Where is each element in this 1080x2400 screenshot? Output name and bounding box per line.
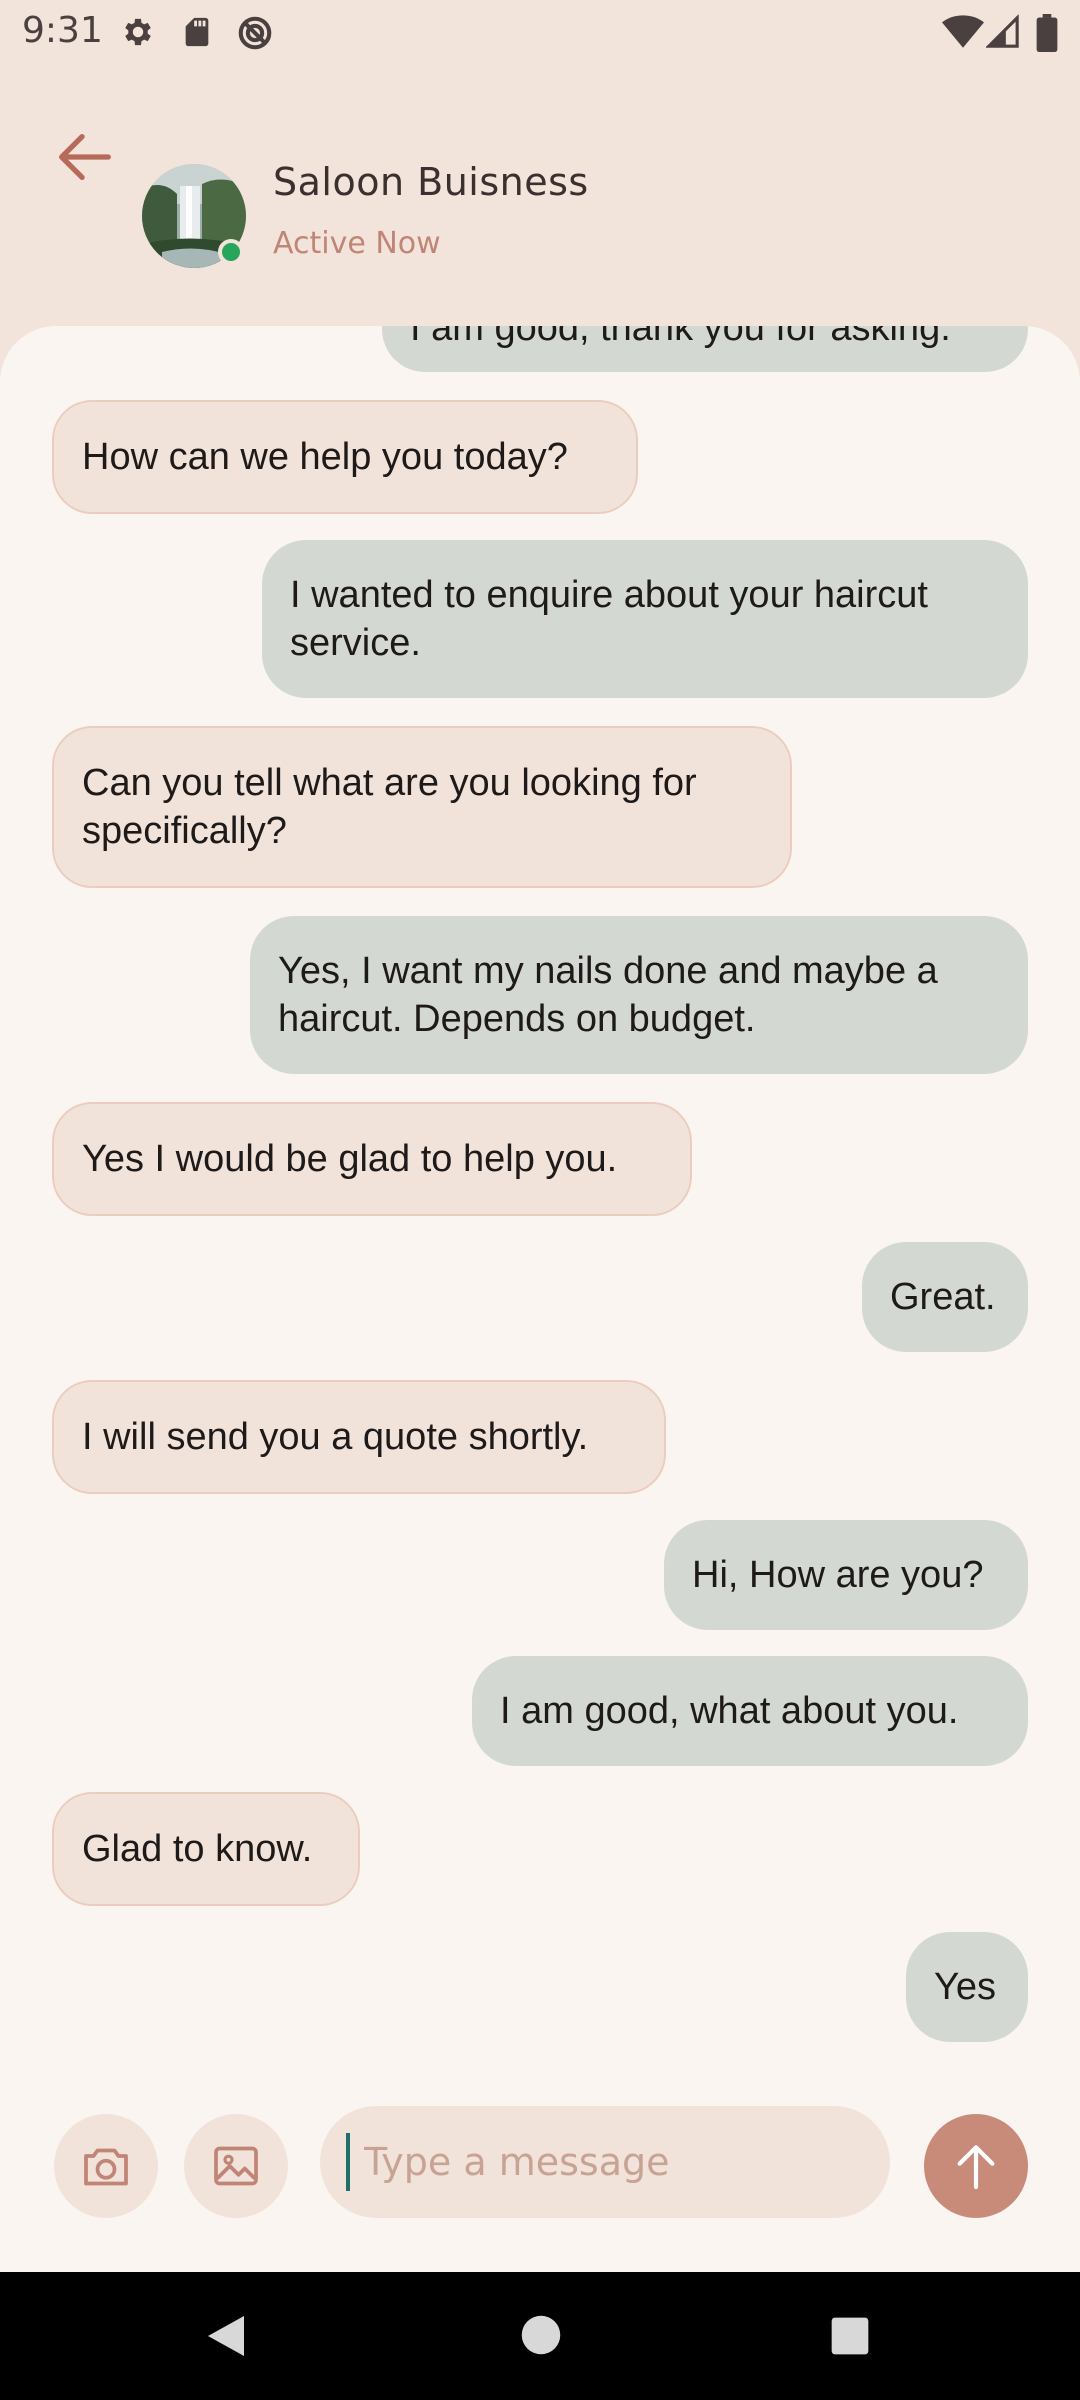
message-bubble-received[interactable]: Glad to know. (52, 1792, 360, 1906)
message-bubble-sent[interactable]: I wanted to enquire about your haircut s… (262, 540, 1028, 698)
message-bubble-sent[interactable]: Hi, How are you? (664, 1520, 1028, 1630)
message-bubble-received[interactable]: Can you tell what are you looking for sp… (52, 726, 792, 888)
status-bar: 9:31 (0, 0, 1080, 64)
arrow-up-icon (957, 2145, 995, 2190)
system-nav-bar (0, 2272, 1080, 2400)
contact-name: Saloon Buisness (273, 160, 589, 204)
settings-icon (125, 18, 151, 46)
chat-screen: 9:31 Saloon Buisness Active Now I am goo… (0, 0, 1080, 2400)
message-list[interactable]: I am good, thank you for asking. How can… (0, 326, 1080, 2272)
message-bubble-sent[interactable]: I am good, what about you. (472, 1656, 1028, 1766)
message-bubble-received[interactable]: How can we help you today? (52, 400, 638, 514)
arrow-left-icon (59, 133, 111, 181)
message-bubble-sent[interactable]: Yes, I want my nails done and maybe a ha… (250, 916, 1028, 1074)
nav-back-icon[interactable] (204, 2312, 248, 2360)
camera-button[interactable] (54, 2114, 158, 2218)
back-button[interactable] (50, 122, 120, 192)
gallery-button[interactable] (184, 2114, 288, 2218)
message-bubble-sent[interactable]: Yes (906, 1932, 1028, 2042)
data-saver-icon (238, 16, 272, 50)
contact-status: Active Now (273, 226, 441, 261)
message-input[interactable] (346, 2124, 884, 2200)
nav-home-icon[interactable] (520, 2314, 562, 2356)
message-input-container (320, 2106, 890, 2218)
wifi-icon (942, 15, 984, 48)
message-bubble-sent[interactable]: I am good, thank you for asking. (382, 326, 1028, 372)
battery-icon (1036, 14, 1058, 52)
cell-signal-icon (986, 14, 1019, 48)
text-cursor (346, 2133, 350, 2191)
message-bubble-received[interactable]: I will send you a quote shortly. (52, 1380, 666, 1494)
image-icon (214, 2146, 258, 2186)
camera-icon (84, 2148, 128, 2186)
sd-card-icon (185, 17, 209, 47)
online-status-dot (218, 239, 244, 265)
send-button[interactable] (924, 2114, 1028, 2218)
message-bubble-received[interactable]: Yes I would be glad to help you. (52, 1102, 692, 1216)
message-bubble-sent[interactable]: Great. (862, 1242, 1028, 1352)
nav-recents-icon[interactable] (830, 2316, 870, 2356)
status-time: 9:31 (22, 10, 103, 51)
